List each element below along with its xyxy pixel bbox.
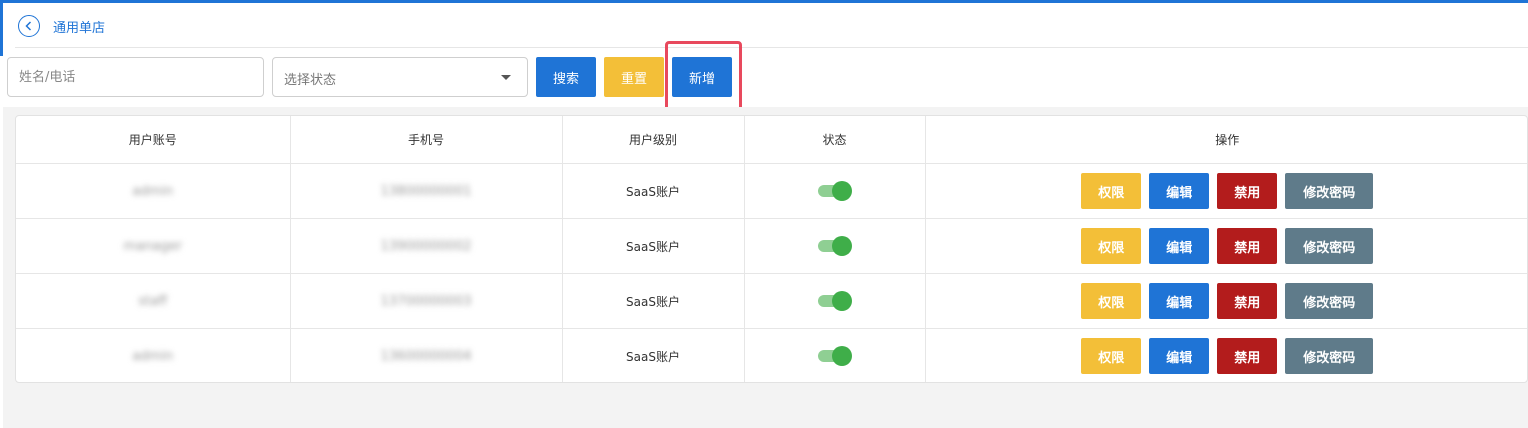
account-cell: admin: [16, 328, 291, 382]
account-cell: manager: [16, 218, 291, 274]
permission-button[interactable]: 权限: [1081, 228, 1142, 264]
status-toggle[interactable]: [817, 291, 852, 311]
table-row: manager 13900000002 SaaS账户 权限 编辑 禁用 修改密码: [16, 218, 1527, 274]
table-row: admin 13600000004 SaaS账户 权限 编辑 禁用 修改密码: [16, 328, 1527, 383]
account-cell: staff: [16, 273, 291, 329]
phone-cell: 13800000001: [290, 163, 563, 219]
caret-down-icon: [501, 75, 511, 80]
edit-button[interactable]: 编辑: [1149, 173, 1210, 209]
permission-button[interactable]: 权限: [1081, 338, 1142, 374]
phone-text: 13700000003: [380, 293, 472, 309]
top-accent-bar: [0, 0, 1528, 3]
level-cell: SaaS账户: [562, 328, 745, 382]
edit-button[interactable]: 编辑: [1149, 338, 1210, 374]
name-phone-field[interactable]: [7, 57, 264, 97]
table-row: admin 13800000001 SaaS账户 权限 编辑 禁用 修改密码: [16, 163, 1527, 219]
table-header-row: 用户账号 手机号 用户级别 状态 操作: [16, 116, 1527, 164]
account-cell: admin: [16, 163, 291, 219]
account-text: admin: [132, 183, 174, 199]
phone-cell: 13900000002: [290, 218, 563, 274]
status-toggle[interactable]: [817, 236, 852, 256]
account-text: staff: [138, 293, 168, 309]
user-table: 用户账号 手机号 用户级别 状态 操作 admin 13800000001 Sa…: [15, 115, 1528, 383]
status-cell: [744, 328, 926, 382]
change-password-button[interactable]: 修改密码: [1285, 338, 1374, 374]
actions-cell: 权限 编辑 禁用 修改密码: [925, 273, 1527, 329]
name-phone-input[interactable]: [8, 58, 263, 96]
level-cell: SaaS账户: [562, 218, 745, 274]
header-status: 状态: [744, 116, 926, 164]
status-toggle[interactable]: [817, 181, 852, 201]
phone-text: 13800000001: [380, 183, 472, 199]
header-actions: 操作: [925, 116, 1527, 164]
table-row: staff 13700000003 SaaS账户 权限 编辑 禁用 修改密码: [16, 273, 1527, 329]
header-phone: 手机号: [290, 116, 563, 164]
chevron-left-icon: [25, 21, 32, 31]
actions-cell: 权限 编辑 禁用 修改密码: [925, 329, 1527, 383]
edit-button[interactable]: 编辑: [1149, 283, 1210, 319]
actions-cell: 权限 编辑 禁用 修改密码: [925, 163, 1527, 219]
header-divider: [15, 47, 1528, 48]
level-cell: SaaS账户: [562, 273, 745, 329]
disable-button[interactable]: 禁用: [1217, 173, 1278, 209]
reset-button[interactable]: 重置: [604, 57, 664, 97]
actions-cell: 权限 编辑 禁用 修改密码: [925, 218, 1527, 274]
toggle-knob: [831, 346, 852, 366]
edit-button[interactable]: 编辑: [1149, 228, 1210, 264]
change-password-button[interactable]: 修改密码: [1285, 228, 1374, 264]
phone-text: 13600000004: [380, 348, 472, 364]
phone-cell: 13700000003: [290, 273, 563, 329]
page-header: 通用单店: [18, 13, 105, 39]
phone-text: 13900000002: [380, 238, 472, 254]
change-password-button[interactable]: 修改密码: [1285, 173, 1374, 209]
disable-button[interactable]: 禁用: [1217, 283, 1278, 319]
permission-button[interactable]: 权限: [1081, 283, 1142, 319]
page-title: 通用单店: [53, 20, 106, 36]
status-cell: [744, 273, 926, 329]
toggle-knob: [831, 181, 852, 201]
toggle-knob: [831, 291, 852, 311]
phone-cell: 13600000004: [290, 328, 563, 382]
change-password-button[interactable]: 修改密码: [1285, 283, 1374, 319]
disable-button[interactable]: 禁用: [1217, 338, 1278, 374]
header-account: 用户账号: [16, 116, 291, 164]
back-button[interactable]: [18, 15, 40, 37]
status-select[interactable]: 选择状态: [272, 57, 528, 97]
status-toggle[interactable]: [817, 346, 852, 366]
permission-button[interactable]: 权限: [1081, 173, 1142, 209]
search-button[interactable]: 搜索: [536, 57, 596, 97]
disable-button[interactable]: 禁用: [1217, 228, 1278, 264]
status-cell: [744, 218, 926, 274]
level-cell: SaaS账户: [562, 163, 745, 219]
add-button-highlight: [665, 41, 742, 112]
account-text: manager: [123, 238, 182, 254]
status-cell: [744, 163, 926, 219]
header-level: 用户级别: [562, 116, 745, 164]
status-select-placeholder: 选择状态: [284, 73, 337, 88]
toggle-knob: [831, 236, 852, 256]
account-text: admin: [132, 348, 174, 364]
left-accent-bar: [0, 3, 3, 56]
